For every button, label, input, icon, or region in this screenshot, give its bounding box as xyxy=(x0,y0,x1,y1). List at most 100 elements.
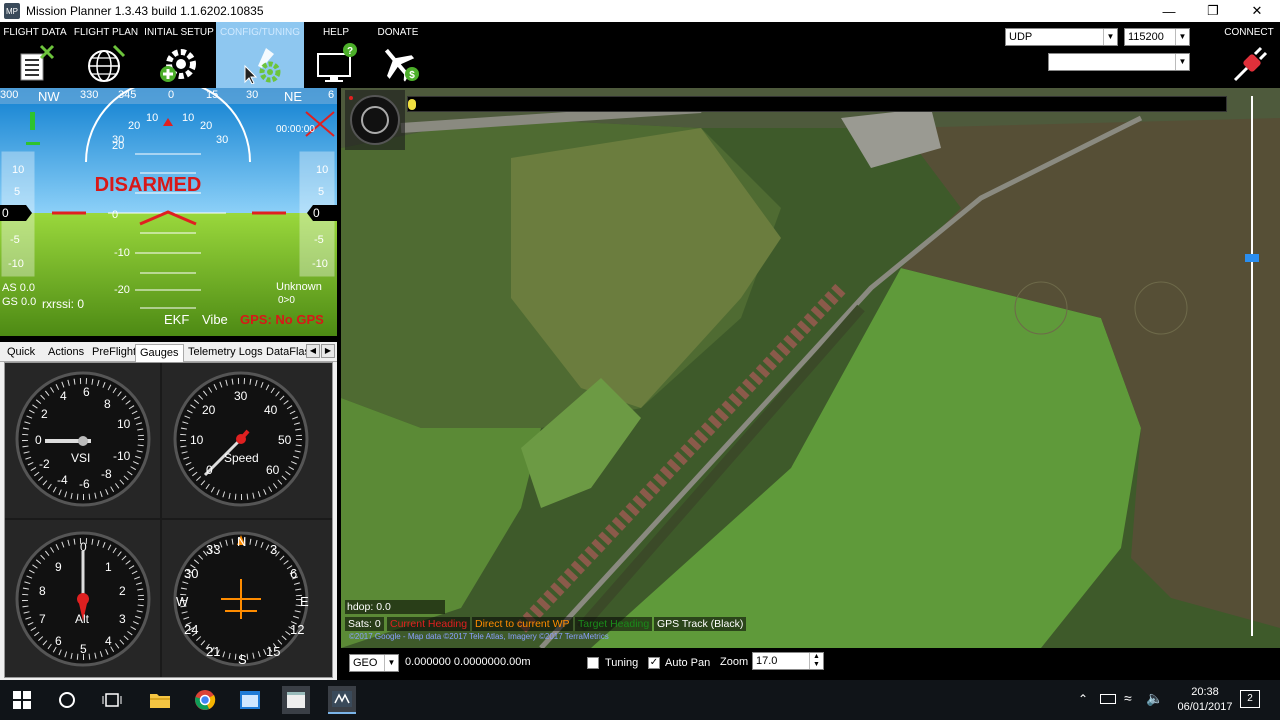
vibe-indicator[interactable]: Vibe xyxy=(202,312,228,327)
system-clock[interactable]: 20:38 06/01/2017 xyxy=(1170,685,1240,715)
zoom-value: 17.0 xyxy=(756,655,778,667)
battery-icon[interactable] xyxy=(1100,694,1116,704)
app-button-blue[interactable] xyxy=(236,686,264,714)
port-select[interactable]: UDP ▼ xyxy=(1005,28,1118,46)
task-view-icon xyxy=(102,693,122,707)
compass-label: 30 xyxy=(246,89,259,101)
coord-altitude: 0.00m xyxy=(500,656,531,668)
tab-quick[interactable]: Quick xyxy=(3,344,39,362)
menu-flight-data[interactable]: FLIGHT DATA xyxy=(0,22,70,88)
mission-planner-taskbar-button[interactable] xyxy=(328,686,356,714)
map-bottom-bar: GEO ▼ 0.000000 0.000000 0.00m Tuning ✓ A… xyxy=(341,648,1280,680)
tab-scroll-right-icon[interactable]: ▶ xyxy=(321,344,335,358)
vsi-tick: -2 xyxy=(39,457,50,471)
menu-help[interactable]: HELP ? xyxy=(304,22,368,88)
scale-marker-icon xyxy=(408,99,416,110)
minimize-button[interactable]: — xyxy=(1146,0,1192,22)
heading-tick: N xyxy=(237,534,247,549)
speed-tick: 40 xyxy=(264,403,278,417)
vsi-tick: 6 xyxy=(83,385,90,399)
notifications-button[interactable]: 2 xyxy=(1240,690,1260,708)
satellite-map[interactable] xyxy=(341,88,1280,648)
ekf-indicator[interactable]: EKF xyxy=(164,312,189,327)
connect-button[interactable]: CONNECT xyxy=(1218,22,1280,88)
airspeed: AS 0.0 xyxy=(2,282,36,294)
speed-tick: 0 xyxy=(206,463,213,477)
compass-label: 345 xyxy=(118,89,137,101)
close-button[interactable]: ✕ xyxy=(1234,0,1280,22)
coordinates: 0.000000 0.000000 xyxy=(405,656,500,668)
legend-current-heading: Current Heading xyxy=(387,617,471,631)
search-button[interactable] xyxy=(53,686,81,714)
volume-icon[interactable]: 🔈 xyxy=(1146,690,1163,707)
alt-tick: 8 xyxy=(39,584,46,598)
waypoint-distance: 0>0 xyxy=(278,295,295,306)
altitude-slider[interactable] xyxy=(1245,96,1259,636)
tab-strip: Quick Actions PreFlight Gauges Telemetry… xyxy=(0,342,337,362)
tab-actions[interactable]: Actions xyxy=(44,344,88,362)
menu-donate[interactable]: DONATE $ xyxy=(368,22,428,88)
menu-donate-label: DONATE xyxy=(377,27,419,38)
roll-label: 20 xyxy=(128,120,141,132)
tab-telemetry-logs[interactable]: Telemetry Logs xyxy=(184,344,267,362)
maximize-button[interactable]: ❐ xyxy=(1190,0,1236,22)
menu-initial-setup-label: INITIAL SETUP xyxy=(144,27,214,38)
camera-joystick-icon[interactable] xyxy=(345,90,405,150)
coord-type-select[interactable]: GEO ▼ xyxy=(349,654,399,672)
heading-tick: 15 xyxy=(266,644,281,659)
speed-tick: 60 xyxy=(266,463,280,477)
heading-tick: 12 xyxy=(290,622,305,637)
tab-scroll-left-icon[interactable]: ◀ xyxy=(306,344,320,358)
compass-label: 6 xyxy=(328,89,335,101)
globe-icon xyxy=(88,44,126,82)
compass-label: NW xyxy=(38,89,60,104)
chrome-icon xyxy=(195,690,216,710)
menu-flight-plan[interactable]: FLIGHT PLAN xyxy=(70,22,142,88)
alt-tick: -10 xyxy=(312,258,328,270)
vsi-tick: 8 xyxy=(104,397,111,411)
task-view-button[interactable] xyxy=(98,686,126,714)
app-button-white[interactable] xyxy=(282,686,310,714)
map-view[interactable]: hdop: 0.0 Sats: 0 Current Heading Direct… xyxy=(341,88,1280,648)
menu-flight-data-label: FLIGHT DATA xyxy=(3,27,67,38)
speed-tick: 50 xyxy=(278,433,292,447)
roll-label: 20 xyxy=(200,120,213,132)
menu-config-tuning-label: CONFIG/TUNING xyxy=(220,27,300,38)
menu-initial-setup[interactable]: INITIAL SETUP xyxy=(142,22,216,88)
window-app-icon xyxy=(240,691,260,709)
autopan-checkbox[interactable]: ✓ xyxy=(648,657,660,669)
profile-select[interactable]: ▼ xyxy=(1048,53,1190,71)
map-copyright: ©2017 Google - Map data ©2017 Tele Atlas… xyxy=(349,632,609,641)
app-icon: MP xyxy=(4,3,20,19)
tab-preflight[interactable]: PreFlight xyxy=(88,344,140,362)
tab-dataflash[interactable]: DataFlas xyxy=(262,344,306,362)
alt-tick: 1 xyxy=(105,560,112,574)
vsi-tick: -8 xyxy=(101,467,112,481)
pitch-label: -20 xyxy=(114,284,130,296)
tuning-checkbox[interactable] xyxy=(587,657,599,669)
chrome-button[interactable] xyxy=(191,686,219,714)
roll-label: 10 xyxy=(182,112,195,124)
alt-tick: 9 xyxy=(55,560,62,574)
wifi-icon[interactable]: ≈ xyxy=(1124,690,1132,706)
stepper-arrows-icon[interactable]: ▲ ▼ xyxy=(809,653,823,669)
tab-gauges[interactable]: Gauges xyxy=(135,344,184,362)
zoom-stepper[interactable]: 17.0 ▲ ▼ xyxy=(752,652,824,670)
heading-tick: 6 xyxy=(290,566,298,581)
clock-time: 20:38 xyxy=(1191,686,1219,698)
compass-label: 15 xyxy=(206,89,219,101)
heading-tick: 30 xyxy=(184,566,199,581)
heading-tick: 3 xyxy=(270,542,278,557)
baud-select[interactable]: 115200 ▼ xyxy=(1124,28,1190,46)
autopan-label: Auto Pan xyxy=(665,657,711,669)
notifications-count: 2 xyxy=(1247,693,1253,704)
alt-tick: 5 xyxy=(318,186,325,198)
connect-label: CONNECT xyxy=(1224,27,1274,38)
menu-config-tuning[interactable]: CONFIG/TUNING xyxy=(216,22,304,88)
tray-chevron-icon[interactable]: ⌃ xyxy=(1078,692,1088,706)
cortana-circle-icon xyxy=(59,692,75,708)
start-button[interactable] xyxy=(8,686,36,714)
file-explorer-button[interactable] xyxy=(146,686,174,714)
speed-tick: 5 xyxy=(14,186,21,198)
slider-thumb[interactable] xyxy=(1245,254,1259,262)
